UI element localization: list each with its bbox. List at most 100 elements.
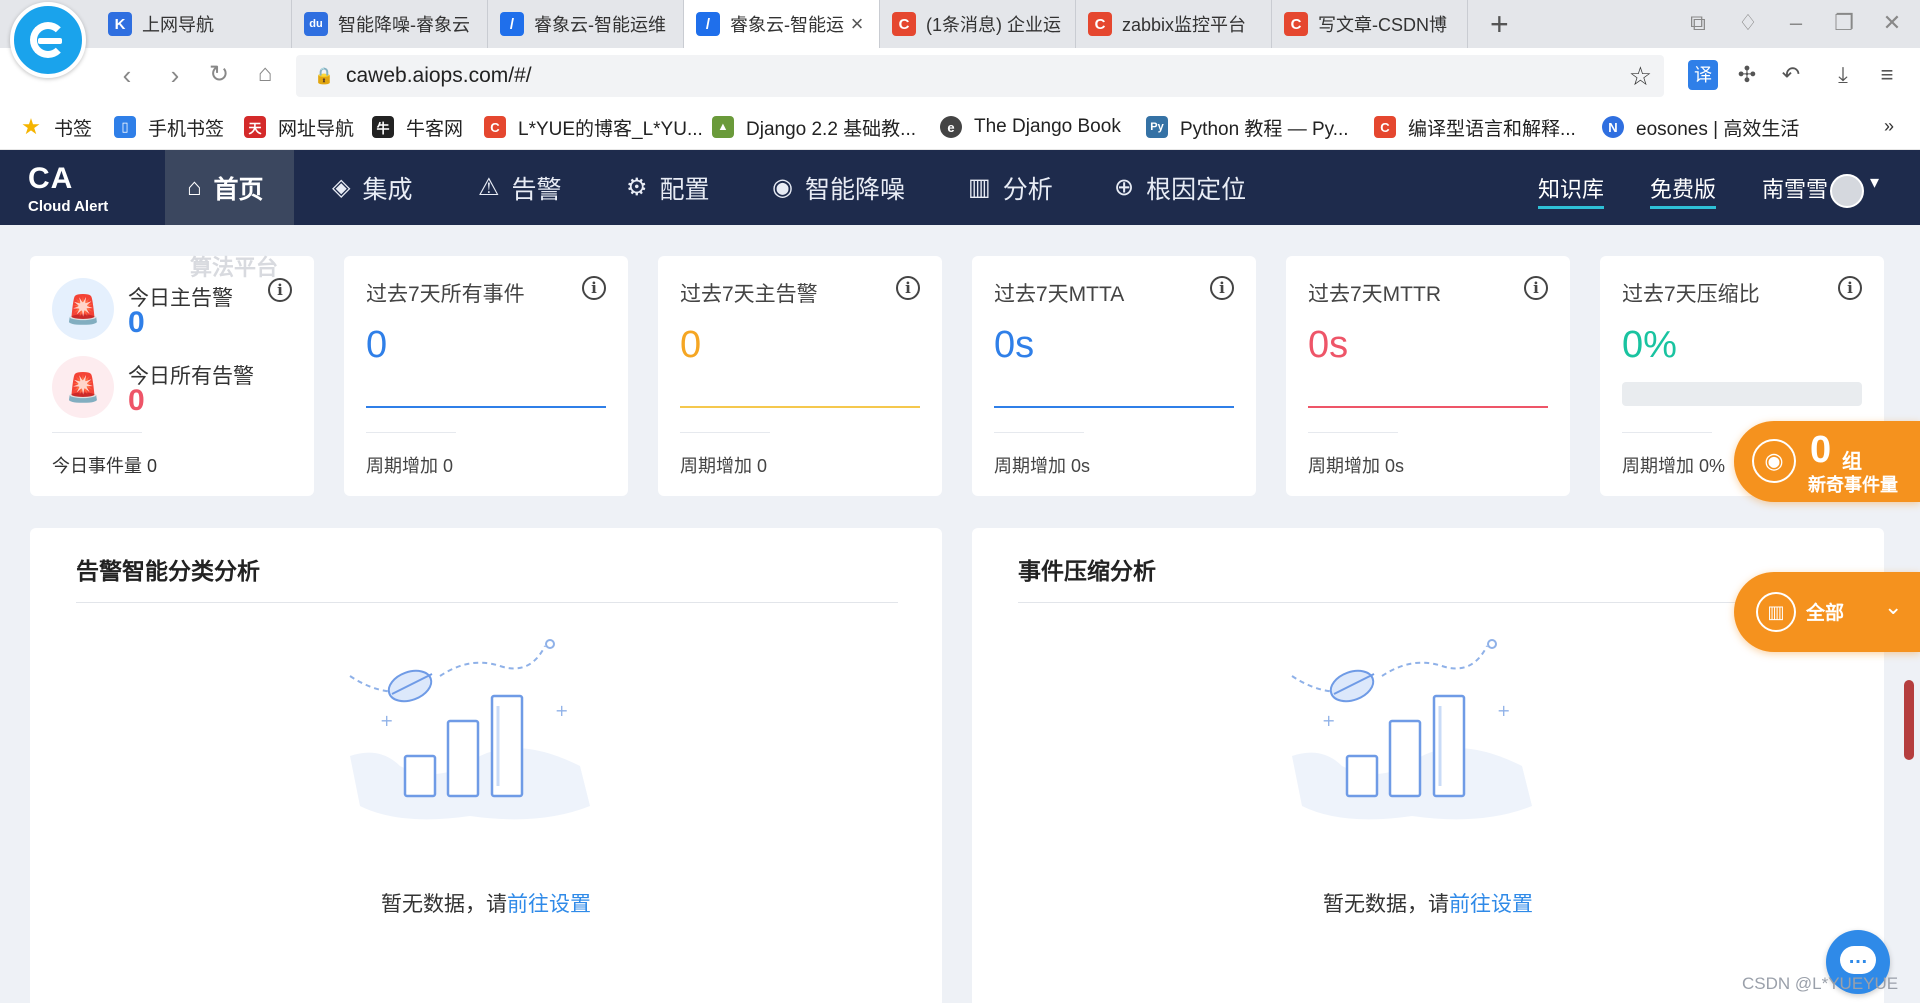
maximize-icon[interactable]: ❐ (1830, 10, 1858, 36)
star-icon: ★ (21, 114, 41, 139)
bookmark-item[interactable]: ★ 书签 (20, 112, 92, 142)
bookmarks-more-icon[interactable]: » (1884, 116, 1894, 137)
svg-text:+: + (380, 711, 393, 730)
free-edition-link[interactable]: 免费版 (1650, 150, 1717, 225)
forward-icon[interactable]: › (160, 60, 190, 91)
user-name[interactable]: 南雪雪 (1762, 150, 1828, 225)
browser-logo-icon[interactable] (10, 2, 86, 78)
browser-tab[interactable]: du 智能降噪-睿象云 (292, 0, 488, 48)
filter-all-label: 全部 (1806, 603, 1845, 624)
bookmark-item[interactable]: 天 网址导航 (244, 112, 354, 142)
nav-home[interactable]: ⌂ 首页 (165, 150, 294, 225)
today-events-count: 今日事件量 0 (52, 456, 158, 476)
tab-favicon-icon: C (1284, 12, 1308, 36)
close-window-icon[interactable]: ✕ (1878, 10, 1906, 36)
browser-tab[interactable]: K 上网导航 (96, 0, 292, 48)
browser-tab-active[interactable]: / 睿象云-智能运 × (684, 0, 880, 48)
download-icon[interactable]: ⤓ (1828, 60, 1858, 90)
nav-noise-reduction[interactable]: ◉ 智能降噪 (750, 150, 927, 225)
minimize-icon[interactable]: – (1782, 10, 1810, 36)
django-book-icon: e (940, 116, 962, 138)
browser-tab[interactable]: C zabbix监控平台 (1076, 0, 1272, 48)
info-icon[interactable]: i (1210, 276, 1234, 300)
sidebar-toggle-icon[interactable]: ⧉ (1684, 10, 1712, 36)
today-all-alert-value: 0 (128, 384, 145, 417)
nav-integration[interactable]: ◈ 集成 (310, 150, 434, 225)
bookmarks-bar: ★ 书签 ▯ 手机书签 天 网址导航 牛 牛客网 C L*YUE的博客_L*YU… (0, 104, 1920, 150)
info-icon[interactable]: i (896, 276, 920, 300)
nav-config[interactable]: ⚙ 配置 (604, 150, 732, 225)
stat-footer: 周期增加 0 (680, 456, 768, 476)
stat-footer: 周期增加 0% (1622, 456, 1726, 476)
bookmark-item[interactable]: e The Django Book (940, 112, 1121, 142)
nav-label: 根因定位 (1146, 175, 1247, 204)
knowledge-base-link[interactable]: 知识库 (1538, 150, 1605, 225)
chart-icon: ▥ (968, 174, 991, 201)
tab-label: (1条消息) 企业运 (926, 15, 1061, 35)
alert-classification-panel: 告警智能分类分析 + + 暂无数据，请前往设置 (30, 528, 942, 1003)
caret-down-icon[interactable]: ▾ (1870, 172, 1879, 193)
brand-logo[interactable]: CA Cloud Alert (28, 164, 108, 216)
bookmark-label: eosones | 高效生活 (1636, 118, 1800, 140)
nav-label: 智能降噪 (804, 175, 905, 204)
avatar[interactable] (1830, 174, 1864, 208)
skin-icon[interactable]: ♢ (1734, 10, 1762, 36)
tab-close-icon[interactable]: × (845, 11, 869, 37)
eosones-icon: N (1602, 116, 1624, 138)
novel-events-label: 新奇事件量 (1808, 475, 1898, 495)
info-icon[interactable]: i (1838, 276, 1862, 300)
free-edition-label: 免费版 (1650, 176, 1717, 202)
tab-label: 睿象云-智能运 (730, 15, 844, 35)
bookmark-item[interactable]: ▯ 手机书签 (114, 112, 224, 142)
back-icon[interactable]: ‹ (112, 60, 142, 91)
tab-label: 写文章-CSDN博 (1318, 15, 1447, 35)
url-field[interactable]: 🔒 caweb.aiops.com/#/ ☆ (296, 55, 1664, 97)
new-tab-button[interactable]: + (1490, 6, 1509, 43)
nav-alerts[interactable]: ⚠ 告警 (456, 150, 584, 225)
bookmark-label: 手机书签 (148, 118, 225, 140)
reload-icon[interactable]: ↻ (204, 60, 234, 89)
svg-text:+: + (555, 701, 568, 720)
browser-tab[interactable]: C (1条消息) 企业运 (880, 0, 1076, 48)
go-settings-link[interactable]: 前往设置 (507, 893, 591, 916)
bookmark-item[interactable]: Py Python 教程 — Py... (1146, 112, 1349, 142)
url-text[interactable]: caweb.aiops.com/#/ (346, 64, 532, 88)
bookmark-item[interactable]: ▲ Django 2.2 基础教... (712, 112, 916, 142)
info-icon[interactable]: i (582, 276, 606, 300)
translate-button[interactable]: 译 (1688, 60, 1718, 90)
bookmark-label: Python 教程 — Py... (1180, 118, 1349, 140)
filter-all-widget[interactable]: ▥ 全部 ⌄ (1734, 572, 1920, 652)
go-settings-link[interactable]: 前往设置 (1449, 893, 1533, 916)
empty-message: 暂无数据，请 (1323, 893, 1449, 916)
tab-label: 智能降噪-睿象云 (338, 15, 470, 35)
menu-icon[interactable]: ≡ (1872, 60, 1902, 90)
novel-events-widget[interactable]: ◉ 0 组 新奇事件量 (1734, 421, 1920, 502)
nav-analysis[interactable]: ▥ 分析 (946, 150, 1075, 225)
stat-line (680, 406, 920, 408)
bookmark-item[interactable]: 牛 牛客网 (372, 112, 463, 142)
algorithm-platform-watermark: 算法平台 (190, 255, 279, 280)
extensions-icon[interactable]: ✣ (1732, 60, 1762, 90)
tab-favicon-icon: C (892, 12, 916, 36)
today-summary-card: 🚨 今日主告警 0 🚨 今日所有告警 0 i 今日事件量 0 (30, 256, 314, 496)
stat-footer: 周期增加 0 (366, 456, 454, 476)
nav-root-cause[interactable]: ⊕ 根因定位 (1092, 150, 1268, 225)
bookmark-label: 网址导航 (278, 118, 355, 140)
bookmark-item[interactable]: C L*YUE的博客_L*YU... (484, 112, 703, 142)
address-bar: ‹ › ↻ ⌂ 🔒 caweb.aiops.com/#/ ☆ 译 ✣ ↶ ⤓ ≡ (0, 48, 1920, 104)
bookmark-item[interactable]: C 编译型语言和解释... (1374, 112, 1576, 142)
bookmark-star-icon[interactable]: ☆ (1629, 61, 1652, 92)
bookmark-item[interactable]: N eosones | 高效生活 (1602, 112, 1799, 142)
bookmark-label: L*YUE的博客_L*YU... (518, 118, 703, 140)
browser-tab[interactable]: / 睿象云-智能运维 (488, 0, 684, 48)
csdn-watermark: CSDN @L*YUEYUE (1742, 974, 1899, 993)
tab-label: zabbix监控平台 (1122, 15, 1247, 35)
stat-value: 0s (1308, 324, 1349, 366)
home-page-icon[interactable]: ⌂ (250, 60, 280, 88)
browser-tab[interactable]: C 写文章-CSDN博 (1272, 0, 1468, 48)
stat-title: 过去7天MTTR (1308, 283, 1441, 306)
info-icon[interactable]: i (1524, 276, 1548, 300)
stat-card-all-events: 过去7天所有事件 i 0 周期增加 0 (344, 256, 628, 496)
undo-icon[interactable]: ↶ (1776, 60, 1806, 90)
stat-title: 过去7天MTTA (994, 283, 1125, 306)
